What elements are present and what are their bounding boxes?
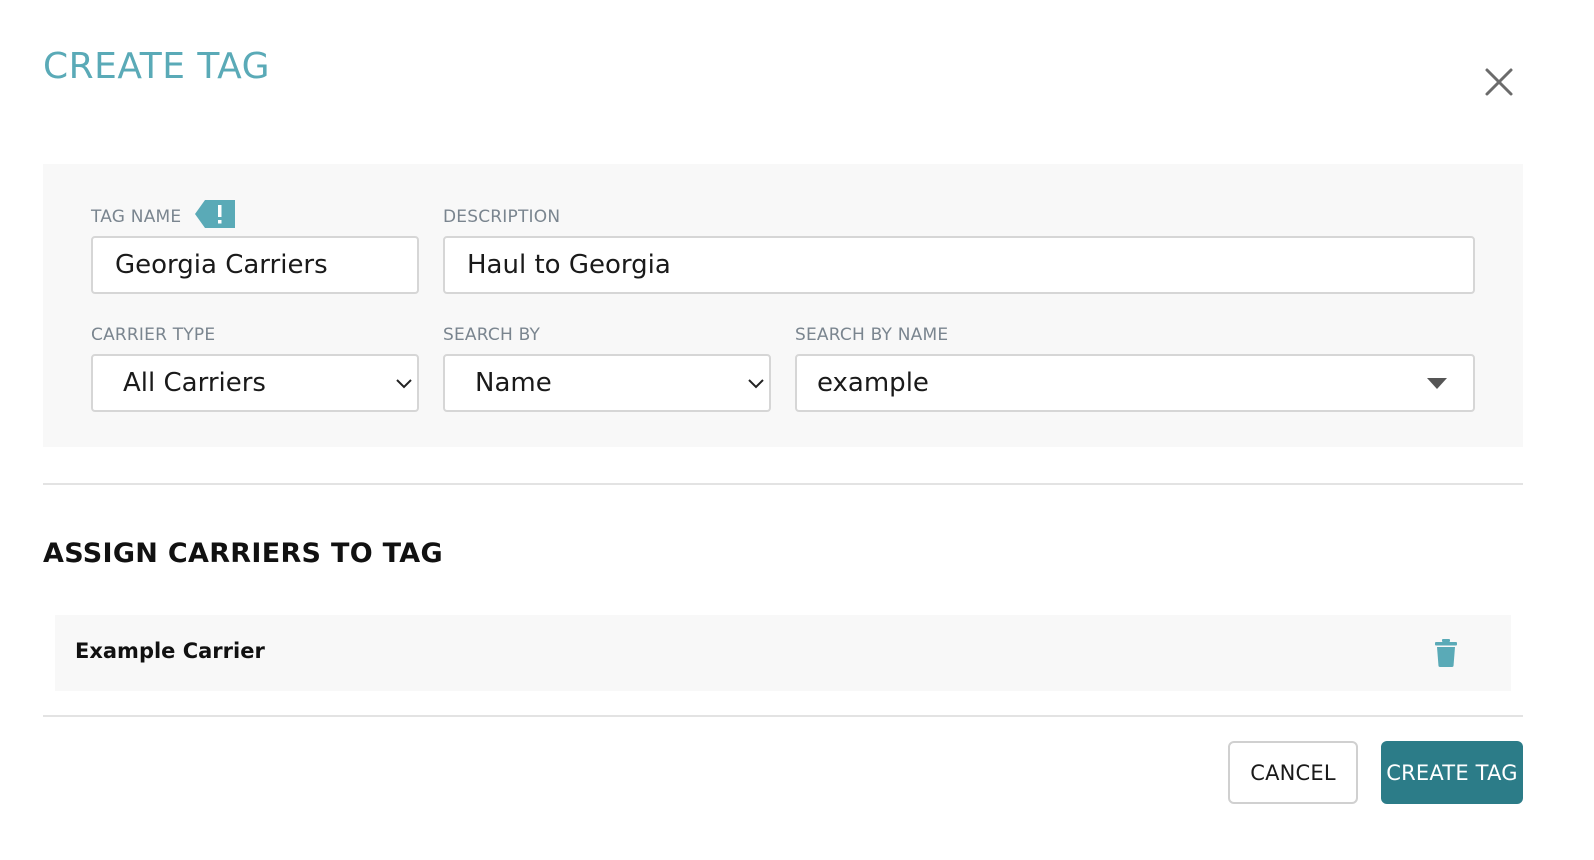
description-label: DESCRIPTION <box>443 207 561 227</box>
tag-name-input[interactable]: Georgia Carriers <box>91 236 419 294</box>
chevron-down-icon <box>748 379 764 389</box>
search-by-selected: Name <box>475 368 552 398</box>
chevron-down-icon <box>396 379 412 389</box>
description-input[interactable]: Haul to Georgia <box>443 236 1475 294</box>
description-value: Haul to Georgia <box>467 250 671 280</box>
tag-name-value: Georgia Carriers <box>115 250 328 280</box>
assign-carriers-title: ASSIGN CARRIERS TO TAG <box>43 538 443 569</box>
tag-alert-icon <box>195 200 235 228</box>
create-tag-button[interactable]: CREATE TAG <box>1381 741 1523 804</box>
modal-title: CREATE TAG <box>43 46 270 87</box>
carrier-type-label: CARRIER TYPE <box>91 325 216 345</box>
carrier-type-selected: All Carriers <box>123 368 266 398</box>
trash-icon[interactable] <box>1435 639 1457 667</box>
create-tag-modal: CREATE TAG TAG NAME Georgia Carriers DES… <box>0 0 1594 860</box>
search-by-name-value: example <box>817 368 929 398</box>
search-by-name-combobox[interactable]: example <box>795 354 1475 412</box>
divider-bottom <box>43 715 1523 717</box>
search-by-label: SEARCH BY <box>443 325 541 345</box>
tag-name-label: TAG NAME <box>91 207 182 227</box>
caret-down-icon[interactable] <box>1427 378 1447 389</box>
carrier-type-select[interactable]: All Carriers <box>91 354 419 412</box>
cancel-button[interactable]: CANCEL <box>1228 741 1358 804</box>
carrier-name: Example Carrier <box>75 639 265 663</box>
search-by-select[interactable]: Name <box>443 354 771 412</box>
divider-top <box>43 483 1523 485</box>
search-by-name-label: SEARCH BY NAME <box>795 325 949 345</box>
close-icon[interactable] <box>1481 64 1517 100</box>
list-item: Example Carrier <box>55 615 1511 691</box>
